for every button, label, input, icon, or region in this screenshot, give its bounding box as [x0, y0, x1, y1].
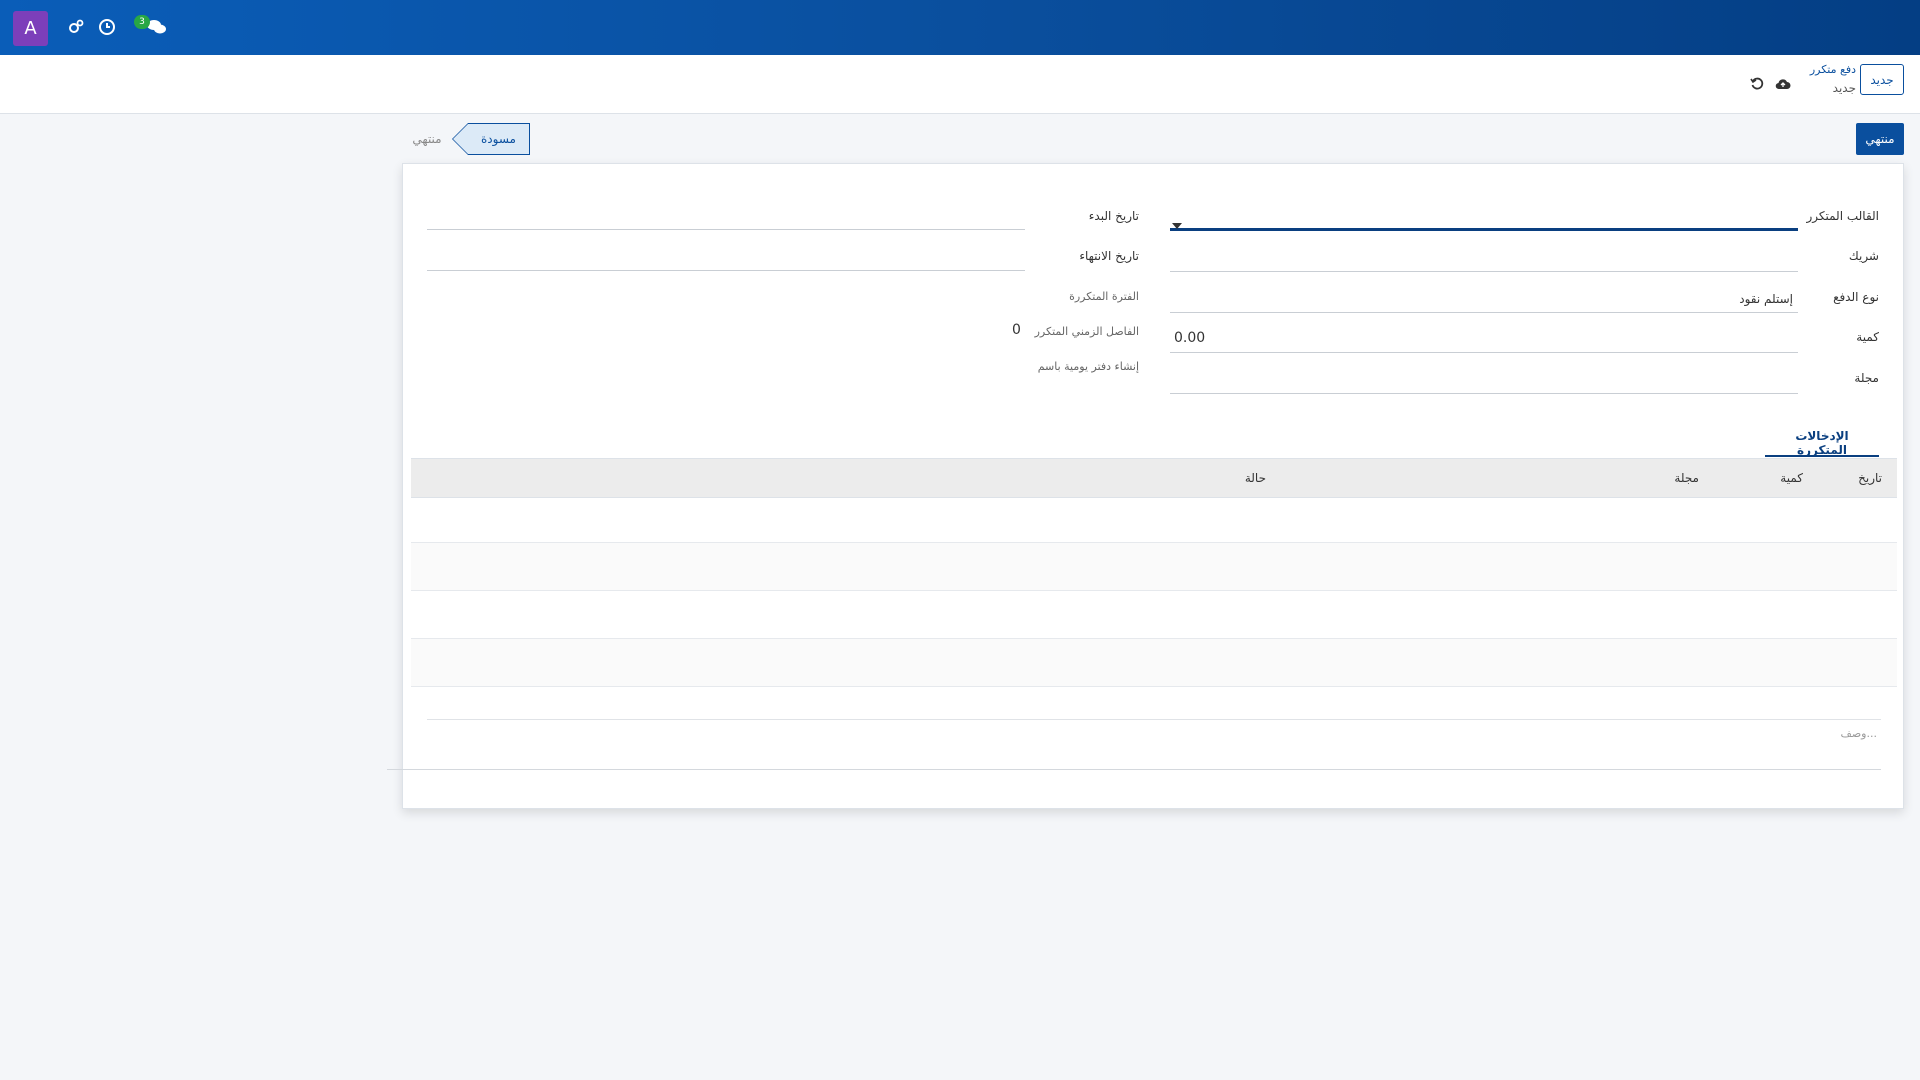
tab-recurring-entries[interactable]: الإدخالات المتكررة: [1776, 429, 1868, 457]
journal-create-label: إنشاء دفتر يومية باسم: [1037, 360, 1139, 373]
breadcrumb-parent[interactable]: دفع متكرر: [1810, 63, 1856, 76]
post-button[interactable]: منتهي: [1856, 123, 1904, 155]
messages-badge: 3: [134, 15, 150, 29]
header-amount[interactable]: كمية: [1780, 471, 1803, 485]
dropdown-caret-icon[interactable]: [1172, 214, 1182, 233]
payment-type-field[interactable]: [1170, 312, 1798, 313]
entries-table-header: تاريخ كمية مجلة حالة: [411, 458, 1897, 498]
breadcrumb-current: جديد: [1832, 81, 1856, 95]
end-date-label: تاريخ الانتهاء: [1079, 249, 1139, 263]
status-draft[interactable]: مسودة: [452, 123, 530, 155]
start-date-label: تاريخ البدء: [1088, 209, 1139, 223]
discard-icon[interactable]: [1748, 75, 1766, 93]
journal-label: مجلة: [1854, 371, 1879, 385]
recurring-interval-label: الفاصل الزمني المتكرر: [1034, 325, 1139, 338]
payment-type-value[interactable]: إستلم نقود: [1739, 292, 1793, 306]
table-row[interactable]: [411, 639, 1897, 686]
settings-icon[interactable]: [65, 16, 87, 38]
header-date[interactable]: تاريخ: [1858, 471, 1882, 485]
top-navbar: A 3: [0, 0, 1920, 55]
amount-value[interactable]: 0.00: [1174, 330, 1205, 346]
start-date-field[interactable]: [427, 229, 1025, 230]
status-posted[interactable]: منتهي: [402, 123, 452, 155]
description-top-line: [427, 719, 1881, 720]
template-label: القالب المتكرر: [1806, 209, 1879, 223]
save-cloud-icon[interactable]: [1774, 75, 1792, 93]
amount-label: كمية: [1856, 330, 1879, 344]
partner-label: شريك: [1848, 249, 1879, 263]
form-sheet: القالب المتكرر شريك نوع الدفع إستلم نقود…: [387, 163, 1904, 809]
end-date-field[interactable]: [427, 270, 1025, 271]
status-bar: مسودة منتهي: [402, 123, 530, 155]
header-status[interactable]: حالة: [1245, 471, 1266, 485]
description-field[interactable]: وصف...: [1840, 727, 1877, 740]
header-journal[interactable]: مجلة: [1674, 471, 1699, 485]
table-row[interactable]: [411, 543, 1897, 590]
table-row-divider: [411, 590, 1897, 591]
recurring-period-label: الفترة المتكررة: [1069, 290, 1139, 303]
tab-active-underline: [1765, 455, 1879, 457]
journal-field[interactable]: [1170, 393, 1798, 394]
table-row-divider: [411, 686, 1897, 687]
recurring-interval-value[interactable]: 0: [1012, 322, 1021, 338]
new-button[interactable]: جديد: [1860, 64, 1904, 95]
payment-type-label: نوع الدفع: [1833, 290, 1879, 304]
amount-field[interactable]: [1170, 352, 1798, 353]
user-avatar[interactable]: A: [13, 11, 48, 46]
control-panel: جديد دفع متكرر جديد: [0, 55, 1920, 114]
template-field[interactable]: [1170, 228, 1798, 231]
partner-field[interactable]: [1170, 271, 1798, 272]
description-bottom-line: [387, 769, 1881, 770]
clock-icon[interactable]: [96, 16, 118, 38]
